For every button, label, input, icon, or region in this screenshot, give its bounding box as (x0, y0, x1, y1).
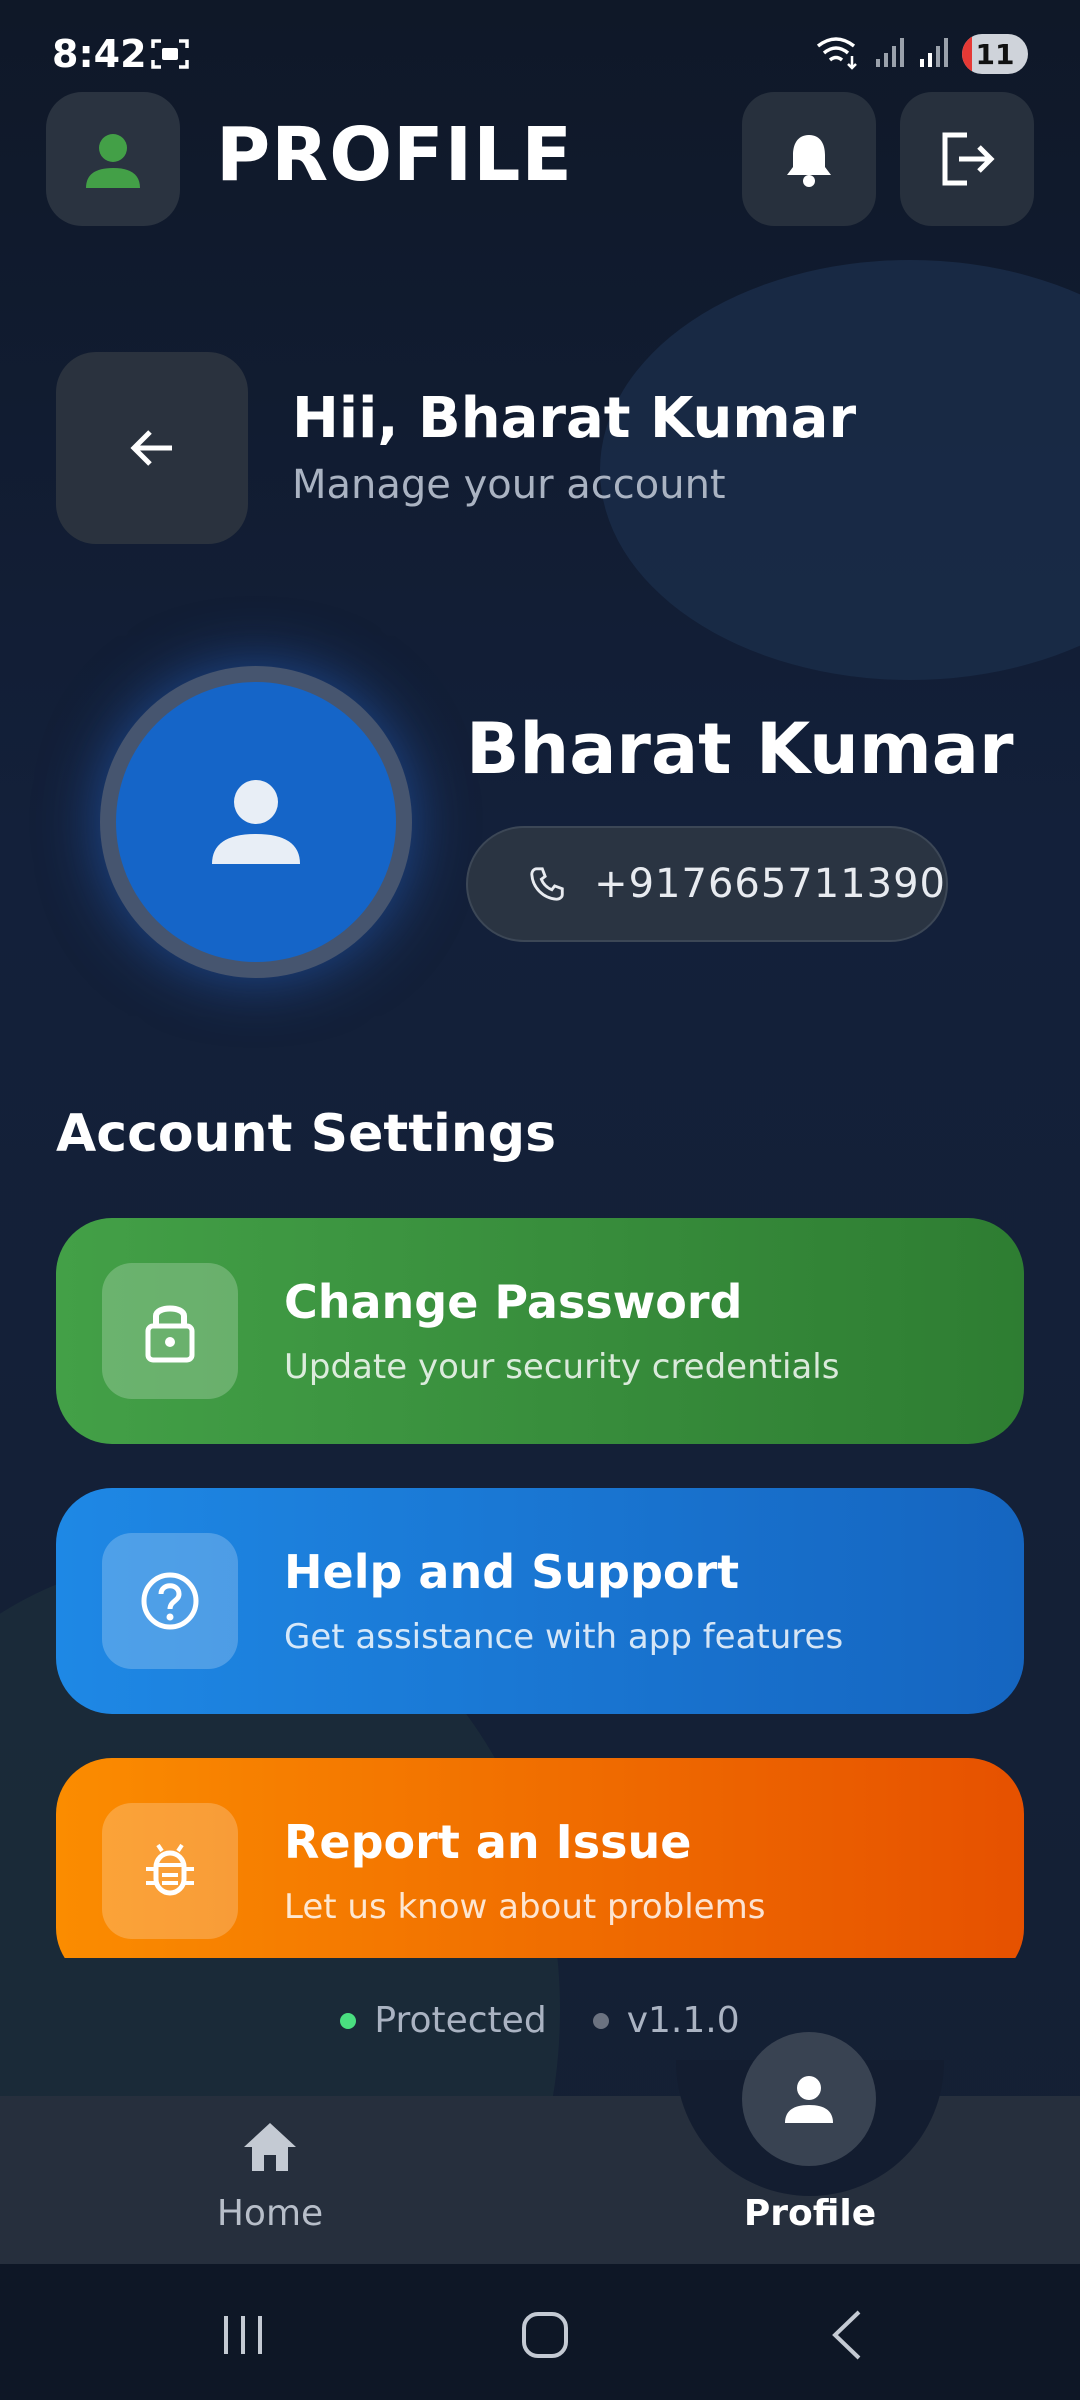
person-icon (212, 780, 300, 864)
card-subtitle: Get assistance with app features (284, 1617, 844, 1657)
version-info: v1.1.0 (592, 2000, 740, 2041)
status-time: 8:42 (52, 32, 147, 76)
phone-number-chip: +917665711390 (466, 826, 948, 942)
protected-status: Protected (340, 2000, 547, 2041)
logout-icon (942, 132, 995, 186)
status-bar: 8:42 11 (0, 0, 1080, 90)
card-title: Report an Issue (284, 1815, 692, 1869)
signal-icon (874, 35, 904, 73)
battery-indicator: 11 (962, 34, 1028, 74)
change-password-button[interactable]: Change Password Update your security cre… (56, 1218, 1024, 1444)
version-dot (592, 2012, 609, 2029)
profile-screen: 8:42 11 PROFILE Hii, Bharat Kumar Manage… (0, 0, 1080, 2400)
profile-avatar[interactable] (100, 666, 412, 978)
back-button[interactable] (56, 352, 248, 544)
chevron-left-icon (832, 2310, 861, 2360)
signal-icon (918, 35, 948, 73)
recents-icon (224, 2316, 262, 2354)
system-back-button[interactable] (802, 2300, 892, 2370)
phone-icon (530, 867, 564, 901)
phone-number: +917665711390 (594, 861, 946, 907)
screenshot-icon (150, 36, 190, 72)
card-title: Help and Support (284, 1545, 740, 1599)
bug-icon (102, 1803, 238, 1939)
user-avatar-button[interactable] (46, 92, 180, 226)
nav-home[interactable]: Home (150, 2110, 390, 2260)
help-support-button[interactable]: Help and Support Get assistance with app… (56, 1488, 1024, 1714)
app-status-row: Protected v1.1.0 (0, 2000, 1080, 2041)
page-title: PROFILE (216, 112, 573, 198)
lock-icon (102, 1263, 238, 1399)
nav-label-home: Home (216, 2193, 324, 2234)
card-subtitle: Let us know about problems (284, 1887, 766, 1927)
greeting-title: Hii, Bharat Kumar (292, 386, 857, 451)
wifi-icon (814, 34, 860, 74)
profile-name: Bharat Kumar (466, 708, 1014, 790)
nav-label-profile: Profile (743, 2193, 877, 2234)
section-title: Account Settings (56, 1104, 557, 1164)
help-icon (102, 1533, 238, 1669)
status-text: Protected (374, 2000, 547, 2041)
card-title: Change Password (284, 1275, 743, 1329)
status-dot (340, 2012, 357, 2029)
recent-apps-button[interactable] (198, 2300, 288, 2370)
notifications-button[interactable] (742, 92, 876, 226)
person-icon (86, 134, 140, 188)
home-icon (244, 2123, 296, 2171)
home-circle-icon (522, 2312, 568, 2358)
home-system-button[interactable] (500, 2300, 590, 2370)
logout-button[interactable] (900, 92, 1034, 226)
version-text: v1.1.0 (626, 2000, 740, 2041)
status-icons: 11 (814, 34, 1028, 74)
greeting-subtitle: Manage your account (292, 462, 726, 508)
avatar-circle (116, 682, 396, 962)
settings-list: Change Password Update your security cre… (56, 1218, 1024, 1958)
bell-icon (787, 135, 831, 187)
arrow-left-icon (130, 430, 172, 466)
report-issue-button[interactable]: Report an Issue Let us know about proble… (56, 1758, 1024, 1958)
card-subtitle: Update your security credentials (284, 1347, 840, 1387)
nav-profile[interactable]: Profile (690, 2110, 930, 2260)
